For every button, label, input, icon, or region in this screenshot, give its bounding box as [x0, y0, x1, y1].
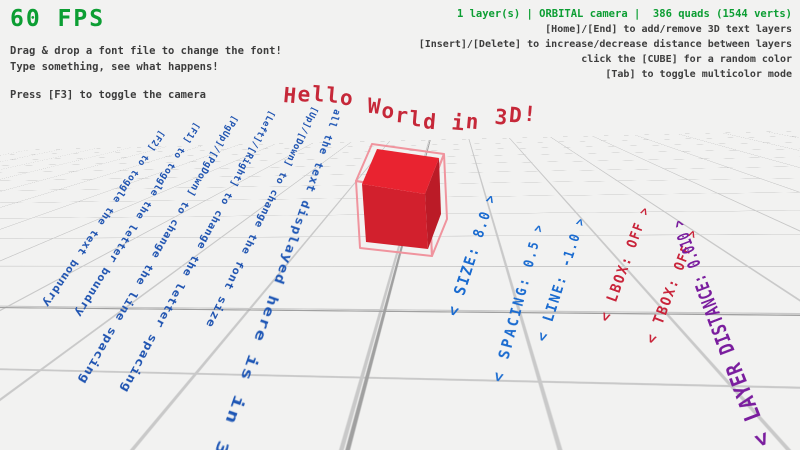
app-window: Hello World in 3D! all the text displaye… — [0, 0, 800, 450]
cube[interactable] — [350, 135, 455, 260]
hud-top-left: 60 FPS Drag & drop a font file to change… — [10, 8, 282, 103]
fps-counter: 60 FPS — [10, 8, 282, 31]
hint-drag-drop: Drag & drop a font file to change the fo… — [10, 43, 282, 59]
hint-toggle-camera: Press [F3] to toggle the camera — [10, 87, 282, 103]
hint-cube-color: click the [CUBE] for a random color — [419, 52, 792, 67]
hint-layers: [Home]/[End] to add/remove 3D text layer… — [419, 22, 792, 37]
hint-layer-distance: [Insert]/[Delete] to increase/decrease d… — [419, 37, 792, 52]
hint-type-something: Type something, see what happens! — [10, 59, 282, 75]
hud-top-right: 1 layer(s) | ORBITAL camera | 386 quads … — [419, 7, 792, 82]
status-bar: 1 layer(s) | ORBITAL camera | 386 quads … — [419, 7, 792, 22]
cube-solid — [362, 149, 441, 249]
hint-multicolor: [Tab] to toggle multicolor mode — [419, 67, 792, 82]
